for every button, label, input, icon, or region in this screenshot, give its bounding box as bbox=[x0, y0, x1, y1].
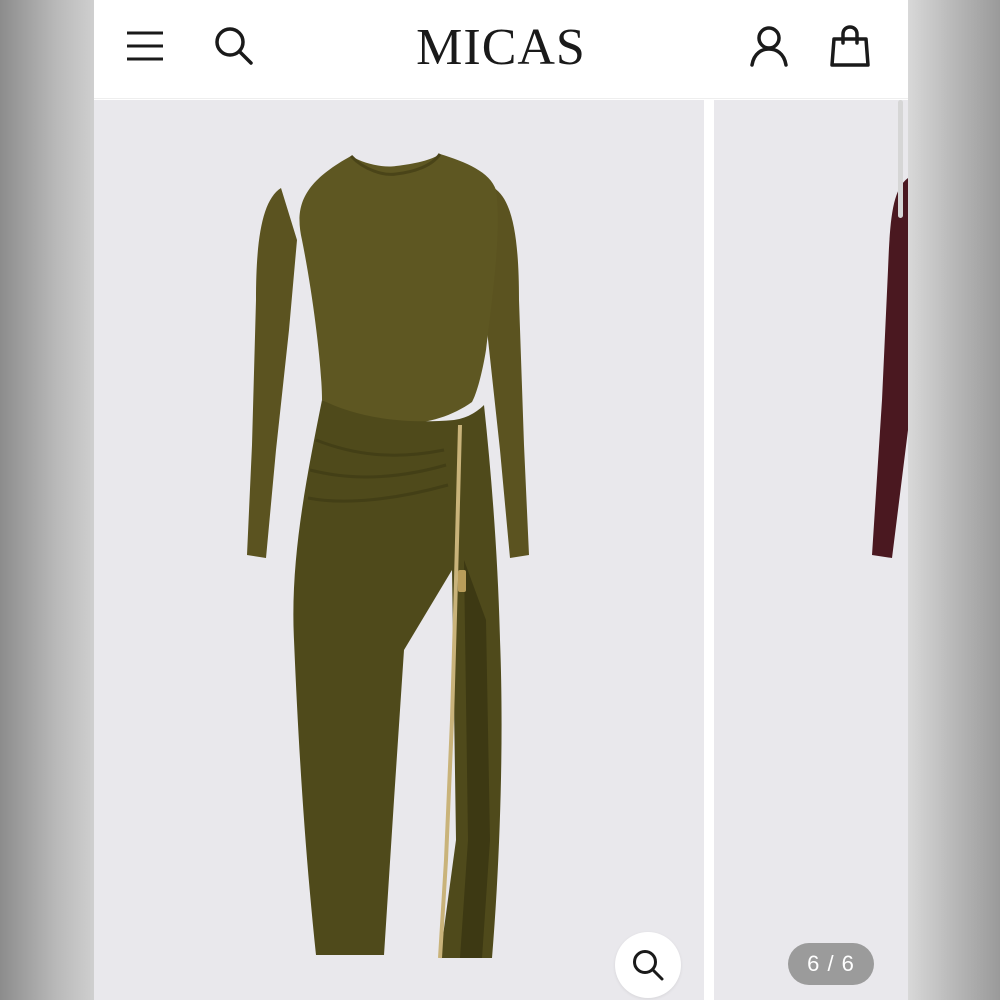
top-nav-bar: MICAS bbox=[94, 0, 908, 99]
phone-screen: MICAS 6 / 6 bbox=[94, 0, 908, 1000]
shopping-bag-icon bbox=[830, 25, 870, 67]
product-image-main[interactable] bbox=[94, 100, 704, 1000]
user-icon bbox=[750, 26, 788, 67]
account-button[interactable] bbox=[741, 18, 797, 74]
page-scrollbar[interactable] bbox=[898, 100, 903, 218]
zoom-button[interactable] bbox=[615, 932, 681, 998]
product-image-next[interactable]: 6 / 6 bbox=[714, 100, 908, 1000]
cart-button[interactable] bbox=[822, 18, 878, 74]
burgundy-dress-image-partial bbox=[872, 178, 908, 558]
product-image-carousel[interactable]: 6 / 6 bbox=[94, 100, 908, 1000]
image-counter: 6 / 6 bbox=[788, 943, 874, 985]
olive-midi-dress-image bbox=[247, 153, 529, 959]
background-left bbox=[0, 0, 94, 1000]
background-right bbox=[908, 0, 1000, 1000]
zoom-search-icon bbox=[633, 950, 664, 981]
